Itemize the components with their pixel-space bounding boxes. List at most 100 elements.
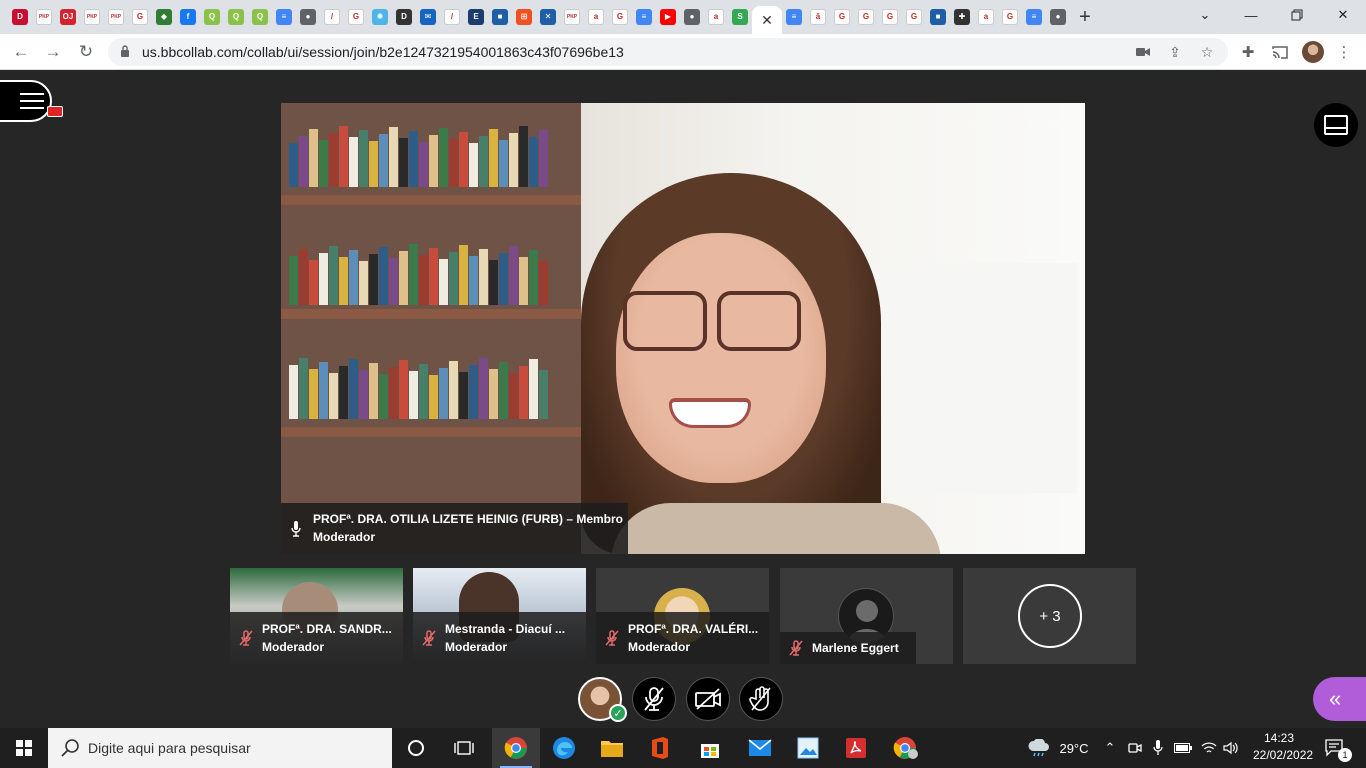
- tab-google-4[interactable]: G: [830, 6, 854, 28]
- favicon-icon: D: [396, 9, 412, 25]
- meet-now-button[interactable]: [1124, 728, 1146, 768]
- taskbar-office[interactable]: [636, 728, 684, 768]
- minimize-button[interactable]: —: [1228, 0, 1274, 30]
- tab-e[interactable]: E: [464, 6, 488, 28]
- tab-google-7[interactable]: G: [902, 6, 926, 28]
- tab-s[interactable]: S: [728, 6, 752, 28]
- tab-pen-1[interactable]: /: [320, 6, 344, 28]
- tab-globe-3[interactable]: ●: [1046, 6, 1070, 28]
- network-button[interactable]: [1198, 728, 1220, 768]
- address-bar[interactable]: us.bbcollab.com/collab/ui/session/join/b…: [108, 38, 1228, 66]
- start-button[interactable]: [0, 728, 48, 768]
- tab-amazon-1[interactable]: a: [584, 6, 608, 28]
- tab-mail[interactable]: ✉: [416, 6, 440, 28]
- tab-x[interactable]: ✕: [536, 6, 560, 28]
- weather-button[interactable]: [1024, 728, 1054, 768]
- tab-a[interactable]: ă: [806, 6, 830, 28]
- taskbar-photos[interactable]: [784, 728, 832, 768]
- session-menu-button[interactable]: [0, 80, 52, 122]
- tab-globe-1[interactable]: ●: [296, 6, 320, 28]
- tab-pinterest[interactable]: D: [8, 6, 32, 28]
- task-view-button[interactable]: [440, 728, 488, 768]
- tab-google-5[interactable]: G: [854, 6, 878, 28]
- taskbar-edge[interactable]: [540, 728, 588, 768]
- bookmark-button[interactable]: ☆: [1198, 43, 1216, 61]
- kebab-menu-icon: ⋮: [1336, 44, 1352, 61]
- battery-button[interactable]: [1172, 728, 1194, 768]
- tab-amazon-3[interactable]: a: [974, 6, 998, 28]
- tab-search-button[interactable]: ⌄: [1182, 0, 1228, 30]
- book: [499, 140, 508, 187]
- close-tab-icon[interactable]: ✕: [761, 12, 773, 29]
- tab-q-1[interactable]: Q: [200, 6, 224, 28]
- cast-button[interactable]: [1270, 42, 1290, 62]
- taskbar-mail[interactable]: [736, 728, 784, 768]
- tab-pkp-4[interactable]: PKP: [560, 6, 584, 28]
- share-button[interactable]: ⇪: [1166, 43, 1184, 61]
- active-tab-collaborate[interactable]: ✕: [752, 6, 782, 34]
- tab-globe-2[interactable]: ●: [680, 6, 704, 28]
- tab-q-2[interactable]: Q: [224, 6, 248, 28]
- pdf-icon: [846, 738, 866, 758]
- favicon-icon: ✚: [954, 9, 970, 25]
- close-window-button[interactable]: ✕: [1320, 0, 1366, 30]
- show-hidden-icons-button[interactable]: ⌃: [1100, 728, 1120, 768]
- tab-app-1[interactable]: ◆: [152, 6, 176, 28]
- taskbar-chrome[interactable]: [492, 728, 540, 768]
- microphone-toggle-button[interactable]: [632, 677, 676, 721]
- chrome-menu-button[interactable]: ⋮: [1334, 42, 1354, 62]
- tab-microsoft[interactable]: ⊞: [512, 6, 536, 28]
- tab-docs-1[interactable]: ≡: [272, 6, 296, 28]
- tab-google-2[interactable]: G: [344, 6, 368, 28]
- layout-toggle-button[interactable]: [1314, 103, 1358, 147]
- tab-cam-2[interactable]: ■: [926, 6, 950, 28]
- back-button[interactable]: ←: [9, 40, 33, 64]
- open-collaborate-panel-button[interactable]: «: [1313, 677, 1366, 721]
- tab-youtube[interactable]: ▶: [656, 6, 680, 28]
- tab-pen-2[interactable]: /: [440, 6, 464, 28]
- extensions-button[interactable]: ✚: [1238, 42, 1258, 62]
- tab-google-6[interactable]: G: [878, 6, 902, 28]
- tab-gear[interactable]: ✺: [368, 6, 392, 28]
- camera-toggle-button[interactable]: [686, 677, 730, 721]
- notifications-button[interactable]: 1: [1318, 728, 1352, 768]
- taskbar-search-box[interactable]: Digite aqui para pesquisar: [48, 728, 392, 768]
- tab-q-3[interactable]: Q: [248, 6, 272, 28]
- tab-d[interactable]: D: [392, 6, 416, 28]
- tab-google-1[interactable]: G: [128, 6, 152, 28]
- tab-google-8[interactable]: G: [998, 6, 1022, 28]
- camera-in-use-button[interactable]: [1134, 43, 1152, 61]
- tab-google-3[interactable]: G: [608, 6, 632, 28]
- taskbar-store[interactable]: [686, 728, 734, 768]
- tab-pkp-1[interactable]: PKP: [32, 6, 56, 28]
- taskbar-file-explorer[interactable]: [588, 728, 636, 768]
- participant-tile[interactable]: Marlene Eggert: [780, 568, 953, 664]
- tab-docs-3[interactable]: ≡: [782, 6, 806, 28]
- microphone-tray-button[interactable]: [1148, 728, 1168, 768]
- tab-amazon-2[interactable]: a: [704, 6, 728, 28]
- tab-plus[interactable]: ✚: [950, 6, 974, 28]
- main-speaker-video: PROFª. DRA. OTILIA LIZETE HEINIG (FURB) …: [281, 103, 1085, 554]
- tab-facebook[interactable]: f: [176, 6, 200, 28]
- tab-pkp-3[interactable]: PKP: [104, 6, 128, 28]
- forward-button[interactable]: →: [41, 40, 65, 64]
- new-tab-button[interactable]: +: [1070, 6, 1100, 28]
- participant-tile[interactable]: PROFª. DRA. VALÉRI... Moderador: [596, 568, 769, 664]
- reload-button[interactable]: ↻: [74, 40, 98, 64]
- tab-pkp-2[interactable]: PKP: [80, 6, 104, 28]
- taskbar-chrome-2[interactable]: [882, 728, 930, 768]
- maximize-button[interactable]: [1274, 0, 1320, 30]
- taskbar-clock[interactable]: 14:23 22/02/2022: [1253, 730, 1313, 764]
- tab-ojs[interactable]: OJ: [56, 6, 80, 28]
- tab-docs-4[interactable]: ≡: [1022, 6, 1046, 28]
- participant-tile[interactable]: PROFª. DRA. SANDR... Moderador: [230, 568, 403, 664]
- participant-tile[interactable]: Mestranda - Diacuí ... Moderador: [413, 568, 586, 664]
- tab-docs-2[interactable]: ≡: [632, 6, 656, 28]
- volume-button[interactable]: [1220, 728, 1242, 768]
- profile-avatar[interactable]: [1302, 41, 1324, 63]
- cortana-button[interactable]: [392, 728, 440, 768]
- raise-hand-button[interactable]: [739, 677, 783, 721]
- taskbar-acrobat[interactable]: [832, 728, 880, 768]
- tab-cam-1[interactable]: ■: [488, 6, 512, 28]
- more-participants-tile[interactable]: + 3: [963, 568, 1136, 664]
